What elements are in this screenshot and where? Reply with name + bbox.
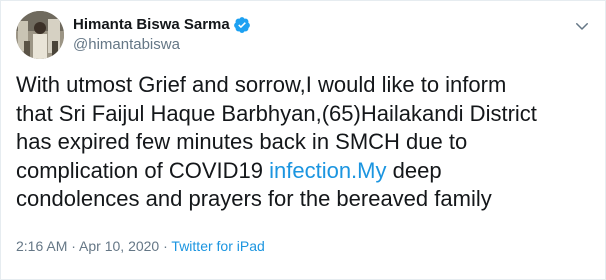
tweet-text-line4-pre: complication of COVID19: [16, 157, 270, 183]
tweet-text-line4-post: deep: [386, 157, 442, 183]
tweet-meta: 2:16 AM · Apr 10, 2020 · Twitter for iPa…: [16, 237, 265, 255]
author-display-name[interactable]: Himanta Biswa Sarma: [73, 15, 230, 35]
avatar[interactable]: [16, 11, 64, 59]
tweet-link[interactable]: infection.My: [269, 158, 386, 183]
meta-separator: ·: [159, 238, 172, 254]
tweet-text-line5: condolences and prayers for the bereaved…: [16, 186, 492, 211]
tweet-header: Himanta Biswa Sarma @himantabiswa: [16, 11, 251, 59]
tweet-text-line1: With utmost Grief and sorrow,I would lik…: [16, 72, 507, 97]
tweet-time[interactable]: 2:16 AM: [16, 238, 67, 254]
tweet-text-line3: has expired few minutes back in SMCH due…: [16, 129, 468, 154]
author-handle[interactable]: @himantabiswa: [73, 35, 251, 55]
meta-separator: ·: [67, 238, 80, 254]
tweet-source-link[interactable]: Twitter for iPad: [171, 238, 264, 254]
tweet-date[interactable]: Apr 10, 2020: [79, 238, 159, 254]
chevron-down-icon[interactable]: [573, 17, 591, 35]
name-row: Himanta Biswa Sarma: [73, 15, 251, 35]
tweet-text-line2: that Sri Faijul Haque Barbhyan,(65)Haila…: [16, 100, 537, 126]
tweet-text: With utmost Grief and sorrow,I would lik…: [16, 71, 596, 214]
verified-badge-icon: [233, 16, 251, 34]
tweet-card: Himanta Biswa Sarma @himantabiswa With u…: [0, 0, 606, 280]
author-names: Himanta Biswa Sarma @himantabiswa: [73, 15, 251, 55]
avatar-photo: [16, 11, 64, 59]
